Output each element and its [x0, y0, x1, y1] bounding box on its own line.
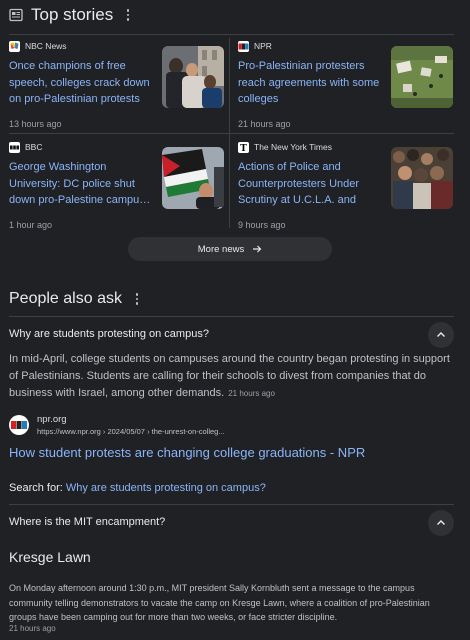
source-url: https://www.npr.org › 2024/05/07 › the-u… — [37, 427, 225, 436]
arrow-right-icon — [253, 245, 262, 253]
answer-time: 21 hours ago — [9, 624, 56, 633]
more-news-button[interactable]: More news — [128, 237, 332, 261]
story-divider-vertical — [229, 38, 230, 228]
story-time: 9 hours ago — [238, 220, 286, 230]
story-card-npr[interactable]: NPR Pro-Palestinian protesters reach agr… — [238, 40, 456, 136]
nbc-logo-icon — [9, 40, 20, 52]
result-title-link[interactable]: How student protests are changing colleg… — [9, 445, 365, 460]
story-time: 1 hour ago — [9, 220, 53, 230]
story-headline[interactable]: Pro-Palestinian protesters reach agreeme… — [238, 58, 380, 108]
people-also-ask-more-icon[interactable] — [132, 291, 142, 307]
story-thumbnail[interactable] — [391, 46, 453, 108]
answer-snippet: On Monday afternoon around 1:30 p.m., MI… — [9, 583, 430, 622]
search-for-link[interactable]: Why are students protesting on campus? — [66, 482, 266, 494]
svg-text:T: T — [240, 144, 247, 153]
answer-source[interactable]: npr.org https://www.npr.org › 2024/05/07… — [9, 414, 225, 436]
newspaper-icon — [9, 8, 23, 22]
top-stories-more-icon[interactable] — [123, 7, 133, 23]
source-site: npr.org — [37, 414, 67, 425]
story-card-nbc[interactable]: NBC News Once champions of free speech, … — [9, 40, 227, 136]
npr-logo-icon — [238, 40, 249, 52]
answer-snippet: In mid-April, college students on campus… — [9, 353, 450, 399]
story-thumbnail[interactable] — [162, 147, 224, 209]
story-card-nyt[interactable]: T The New York Times Actions of Police a… — [238, 141, 456, 237]
bbc-logo-icon — [9, 141, 20, 153]
top-stories-title: Top stories — [31, 5, 114, 24]
story-time: 13 hours ago — [9, 119, 62, 129]
search-for-row: Search for: Why are students protesting … — [9, 482, 266, 494]
nyt-logo-icon: T — [238, 141, 249, 153]
story-divider-top — [9, 34, 454, 35]
story-source: T The New York Times — [238, 141, 332, 153]
question-text: Where is the MIT encampment? — [9, 516, 166, 528]
story-headline[interactable]: Actions of Police and Counterprotesters … — [238, 159, 380, 209]
chevron-up-icon[interactable] — [428, 510, 454, 536]
top-stories-header: Top stories — [9, 4, 133, 26]
story-card-bbc[interactable]: BBC George Washington University: DC pol… — [9, 141, 227, 237]
paa-question-2[interactable]: Where is the MIT encampment? — [9, 504, 454, 540]
more-news-label: More news — [197, 243, 245, 255]
answer-time: 21 hours ago — [228, 389, 275, 398]
story-headline[interactable]: Once champions of free speech, colleges … — [9, 58, 151, 108]
story-thumbnail[interactable] — [391, 147, 453, 209]
answer-title: Kresge Lawn — [9, 549, 91, 565]
question-text: Why are students protesting on campus? — [9, 328, 209, 340]
story-source: NBC News — [9, 40, 67, 52]
story-time: 21 hours ago — [238, 119, 291, 129]
search-for-label: Search for: — [9, 482, 63, 494]
chevron-up-icon[interactable] — [428, 322, 454, 348]
people-also-ask-title: People also ask — [9, 290, 142, 308]
story-source: NPR — [238, 40, 272, 52]
story-headline[interactable]: George Washington University: DC police … — [9, 159, 151, 209]
paa-question-1[interactable]: Why are students protesting on campus? — [9, 316, 454, 352]
story-source: BBC — [9, 141, 42, 153]
npr-favicon-icon — [9, 415, 29, 435]
story-thumbnail[interactable] — [162, 46, 224, 108]
